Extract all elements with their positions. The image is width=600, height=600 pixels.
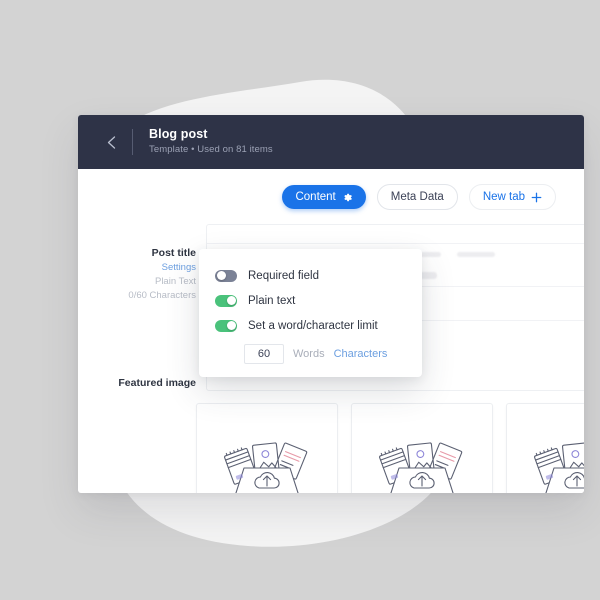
tab-new-tab[interactable]: New tab xyxy=(468,184,556,210)
file-upload-illustration xyxy=(224,441,308,493)
plus-icon xyxy=(531,192,542,203)
file-upload-illustration xyxy=(379,441,463,493)
field-type-label: Plain Text xyxy=(154,276,196,287)
featured-image-card-row xyxy=(78,391,584,493)
tab-content-label: Content xyxy=(295,191,336,203)
option-label: Set a word/character limit xyxy=(248,319,378,332)
page-root: Blog post Template • Used on 81 items Co… xyxy=(0,0,600,600)
tab-meta-data[interactable]: Meta Data xyxy=(376,184,458,210)
toggle-required-field[interactable] xyxy=(215,269,237,282)
field-settings-popover: Required field Plain text Set a word/cha… xyxy=(199,249,422,377)
chevron-left-icon xyxy=(107,135,115,149)
field-label-column: Post title Settings Plain Text 0/60 Char… xyxy=(78,224,206,391)
toggle-knob xyxy=(226,321,236,330)
featured-image-label: Featured image xyxy=(118,377,196,389)
option-label: Required field xyxy=(248,269,319,282)
titlebar-divider xyxy=(132,129,133,155)
toggle-knob xyxy=(226,296,236,305)
unit-words[interactable]: Words xyxy=(293,348,325,360)
option-word-character-limit: Set a word/character limit xyxy=(199,313,422,338)
option-plain-text: Plain text xyxy=(199,288,422,313)
titlebar-text: Blog post Template • Used on 81 items xyxy=(149,127,273,157)
titlebar: Blog post Template • Used on 81 items xyxy=(78,115,584,169)
post-title-label: Post title xyxy=(151,247,196,259)
limit-value-input[interactable]: 60 xyxy=(244,344,284,364)
limit-controls: 60 Words Characters xyxy=(199,338,422,364)
toggle-plain-text[interactable] xyxy=(215,294,237,307)
skeleton-bar xyxy=(457,252,495,257)
page-title: Blog post xyxy=(149,127,208,141)
toggle-word-character-limit[interactable] xyxy=(215,319,237,332)
toggle-knob xyxy=(216,271,226,280)
tab-new-tab-label: New tab xyxy=(482,191,525,203)
tab-bar: Content Meta Data New tab xyxy=(78,169,584,210)
file-upload-illustration xyxy=(534,441,584,493)
settings-link[interactable]: Settings xyxy=(78,261,196,275)
upload-card[interactable] xyxy=(506,403,584,493)
upload-card[interactable] xyxy=(351,403,493,493)
skeleton-header xyxy=(207,225,584,244)
tab-content[interactable]: Content xyxy=(282,185,366,209)
upload-card[interactable] xyxy=(196,403,338,493)
option-required-field: Required field xyxy=(199,263,422,288)
page-subtitle: Template • Used on 81 items xyxy=(149,144,273,155)
unit-characters[interactable]: Characters xyxy=(334,348,388,360)
tab-meta-data-label: Meta Data xyxy=(390,191,444,203)
back-button[interactable] xyxy=(98,129,124,155)
gear-icon xyxy=(342,192,353,203)
character-count-label: 0/60 Characters xyxy=(128,290,196,301)
option-label: Plain text xyxy=(248,294,296,307)
